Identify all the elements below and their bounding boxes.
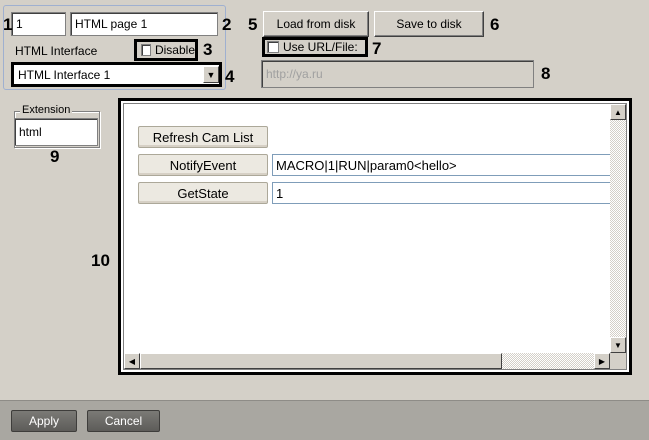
refresh-cam-list-button[interactable]: Refresh Cam List (138, 126, 268, 148)
get-state-input[interactable]: 1 (272, 182, 614, 204)
interface-select-value: HTML Interface 1 (18, 67, 111, 82)
interface-select[interactable]: HTML Interface 1 ▼ (11, 62, 222, 87)
use-url-checkbox-label: Use URL/File: (283, 40, 358, 54)
id-field-value: 1 (16, 17, 23, 31)
name-field-value: HTML page 1 (75, 17, 148, 31)
url-field[interactable]: http://ya.ru (261, 60, 534, 88)
extension-field[interactable]: html (14, 118, 98, 146)
get-state-button[interactable]: GetState (138, 182, 268, 204)
load-from-disk-label: Load from disk (276, 17, 356, 31)
apply-button[interactable]: Apply (11, 410, 77, 432)
callout-1: 1 (3, 15, 13, 34)
load-from-disk-button[interactable]: Load from disk (263, 11, 369, 37)
scroll-right-icon[interactable]: ▶ (594, 353, 610, 369)
html-browser-content: Refresh Cam List NotifyEvent MACRO|1|RUN… (123, 103, 627, 370)
use-url-checkbox-box[interactable] (267, 41, 279, 53)
notify-event-value: MACRO|1|RUN|param0<hello> (276, 157, 457, 173)
save-to-disk-label: Save to disk (396, 17, 462, 31)
notify-event-button[interactable]: NotifyEvent (138, 154, 268, 176)
callout-7: 7 (372, 39, 382, 58)
scroll-left-icon[interactable]: ◀ (124, 353, 140, 369)
scroll-down-icon[interactable]: ▼ (610, 337, 626, 353)
chevron-down-icon[interactable]: ▼ (203, 66, 219, 83)
scroll-up-icon[interactable]: ▲ (610, 104, 626, 120)
cancel-button-label: Cancel (104, 414, 143, 428)
disable-checkbox[interactable]: Disable (134, 39, 198, 61)
get-state-value: 1 (276, 185, 284, 201)
get-state-label: GetState (177, 185, 229, 201)
callout-6: 6 (490, 15, 500, 34)
notify-event-input[interactable]: MACRO|1|RUN|param0<hello> (272, 154, 614, 176)
vertical-scrollbar[interactable]: ▲ ▼ (610, 104, 626, 353)
use-url-checkbox[interactable]: Use URL/File: (262, 37, 368, 57)
callout-9: 9 (50, 147, 60, 166)
name-field[interactable]: HTML page 1 (70, 12, 218, 36)
callout-2: 2 (222, 15, 232, 34)
cancel-button[interactable]: Cancel (87, 410, 160, 432)
callout-4: 4 (225, 67, 235, 86)
extension-field-value: html (19, 125, 42, 139)
apply-button-label: Apply (28, 414, 60, 428)
horizontal-scroll-thumb[interactable] (140, 353, 502, 369)
url-field-value: http://ya.ru (266, 67, 323, 81)
save-to-disk-button[interactable]: Save to disk (374, 11, 484, 37)
scrollbar-corner (610, 353, 626, 369)
callout-8: 8 (541, 64, 551, 83)
disable-checkbox-label: Disable (154, 43, 195, 57)
footer-bar: Apply Cancel (0, 400, 649, 440)
refresh-cam-list-label: Refresh Cam List (152, 129, 254, 145)
html-interface-label: HTML Interface (15, 44, 98, 58)
id-field[interactable]: 1 (11, 12, 66, 36)
html-browser-frame: Refresh Cam List NotifyEvent MACRO|1|RUN… (118, 98, 632, 375)
extension-label: Extension (20, 104, 73, 116)
notify-event-label: NotifyEvent (169, 157, 237, 173)
horizontal-scrollbar[interactable]: ◀ ▶ (124, 353, 610, 369)
callout-3: 3 (203, 40, 213, 59)
callout-10: 10 (91, 251, 110, 270)
callout-5: 5 (248, 15, 258, 34)
disable-checkbox-box[interactable] (141, 44, 151, 56)
